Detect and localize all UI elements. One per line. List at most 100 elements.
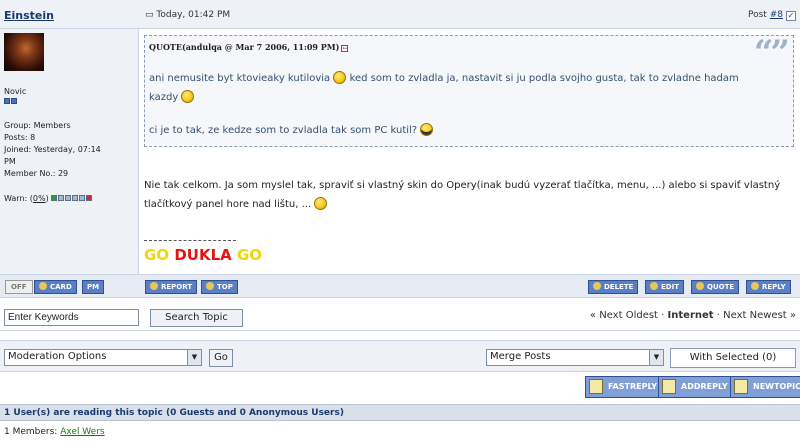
quote-line-1: ani nemusite byt ktovieaky kutilovia ked… xyxy=(149,69,739,88)
members-label: 1 Members: xyxy=(4,427,58,437)
signature-dukla: DUKLA xyxy=(174,246,232,264)
warn-label: Warn: ( xyxy=(4,194,33,203)
active-users-bar: 1 User(s) are reading this topic (0 Gues… xyxy=(0,404,800,421)
card-icon xyxy=(39,282,47,290)
warn-minus-icon[interactable] xyxy=(51,195,58,201)
warn-plus-icon[interactable] xyxy=(86,195,93,201)
quote-title-text: QUOTE(andulqa @ Mar 7 2006, 11:09 PM) xyxy=(149,42,340,52)
edit-icon xyxy=(650,282,658,290)
dropdown-arrow-icon: ▼ xyxy=(649,350,663,365)
reply-label: REPLY xyxy=(762,283,786,291)
addreply-button[interactable]: ADDREPLY xyxy=(658,376,733,398)
quote-line-2: kazdy xyxy=(149,88,195,107)
avatar xyxy=(4,33,44,71)
dropdown-arrow-icon: ▼ xyxy=(187,350,201,365)
arrow-up-icon xyxy=(206,282,214,290)
rank-pip xyxy=(11,98,17,104)
member-rank: Novic xyxy=(4,87,27,96)
member-joined-2: PM xyxy=(4,157,16,166)
addreply-label: ADDREPLY xyxy=(681,382,728,391)
card-button[interactable]: CARD xyxy=(34,280,77,294)
member-posts: Posts: 8 xyxy=(4,133,36,142)
quote-link-icon[interactable]: ← xyxy=(341,45,349,52)
moderation-go-button[interactable]: Go xyxy=(209,349,233,367)
member-group: Group: Members xyxy=(4,121,71,130)
warn-level: Warn: (0%) xyxy=(4,193,93,205)
next-oldest-link[interactable]: « Next Oldest xyxy=(590,310,658,321)
member-link[interactable]: Axel Wers xyxy=(60,427,104,437)
delete-button[interactable]: DELETE xyxy=(588,280,639,294)
newtopic-icon xyxy=(734,379,748,394)
warn-box xyxy=(58,195,65,201)
quote-block: QUOTE(andulqa @ Mar 7 2006, 11:09 PM) ← “… xyxy=(144,33,794,147)
warn-box xyxy=(65,195,72,201)
with-selected-box[interactable]: With Selected (0) xyxy=(670,348,796,368)
quote-title: QUOTE(andulqa @ Mar 7 2006, 11:09 PM) ← xyxy=(149,42,349,52)
quote-marks-icon: “” xyxy=(753,33,790,73)
offline-status: OFF xyxy=(5,280,33,294)
signature-divider xyxy=(144,240,236,241)
smile-icon xyxy=(314,197,328,210)
reply-button[interactable]: REPLY xyxy=(746,280,791,294)
next-newest-link[interactable]: Next Newest » xyxy=(723,310,796,321)
quote-text-3: ci je to tak, ze kedze som to zvladla ta… xyxy=(149,125,418,136)
pm-button[interactable]: PM xyxy=(82,280,105,294)
warn-value[interactable]: 0% xyxy=(33,194,46,203)
addreply-icon xyxy=(662,379,676,394)
moderation-row: Moderation Options ▼ Go Merge Posts ▼ With… xyxy=(0,340,800,372)
warn-box xyxy=(72,195,79,201)
fastreply-label: FASTREPLY xyxy=(608,382,658,391)
search-input[interactable] xyxy=(4,309,139,326)
active-members: 1 Members: Axel Wers xyxy=(4,427,105,437)
reply-icon xyxy=(751,282,759,290)
select-post-checkbox[interactable]: ✓ xyxy=(786,11,796,21)
card-label: CARD xyxy=(50,283,72,291)
quote-button[interactable]: QUOTE xyxy=(691,280,740,294)
warn-box xyxy=(79,195,86,201)
merge-select[interactable]: Merge Posts ▼ xyxy=(486,349,664,366)
rank-pip xyxy=(4,98,10,104)
nav-separator: · xyxy=(716,310,720,321)
newtopic-button[interactable]: NEWTOPIC xyxy=(730,376,800,398)
warn-close: ) xyxy=(45,194,49,203)
post-icon: ▭ xyxy=(145,10,154,20)
nav-separator: · xyxy=(661,310,665,321)
laugh-icon xyxy=(181,90,195,103)
delete-label: DELETE xyxy=(604,283,634,291)
newtopic-label: NEWTOPIC xyxy=(753,382,800,391)
post-body-text: Nie tak celkom. Ja som myslel tak, sprav… xyxy=(144,180,781,210)
post-number-area: Post #8 ✓ xyxy=(748,10,796,21)
fastreply-icon xyxy=(589,379,603,394)
fastreply-button[interactable]: FASTREPLY xyxy=(585,376,663,398)
post-header xyxy=(0,0,800,29)
rank-pips xyxy=(4,98,17,104)
report-button[interactable]: REPORT xyxy=(145,280,198,294)
moderation-select[interactable]: Moderation Options ▼ xyxy=(4,349,202,366)
top-label: TOP xyxy=(217,283,233,291)
post-label: Post xyxy=(748,10,767,20)
topic-nav: « Next Oldest · Internet · Next Newest » xyxy=(590,310,796,321)
post-body: Nie tak celkom. Ja som myslel tak, sprav… xyxy=(144,176,794,214)
delete-icon xyxy=(593,282,601,290)
forum-name-link[interactable]: Internet xyxy=(668,310,714,321)
quote-line-3: ci je to tak, ze kedze som to zvladla ta… xyxy=(149,121,434,140)
quote-text-2: kazdy xyxy=(149,92,179,103)
post-button-bar: OFF CARD PM REPORT TOP DELETE EDIT QUOTE… xyxy=(0,274,800,298)
signature-go: GO xyxy=(144,246,170,264)
moderation-selected: Moderation Options xyxy=(8,351,107,362)
member-number: Member No.: 29 xyxy=(4,169,69,178)
signature: GO DUKLA GO xyxy=(144,246,262,264)
post-number-link[interactable]: #8 xyxy=(770,10,783,20)
edit-button[interactable]: EDIT xyxy=(645,280,684,294)
edit-label: EDIT xyxy=(661,283,679,291)
top-button[interactable]: TOP xyxy=(201,280,238,294)
search-topic-button[interactable]: Search Topic xyxy=(150,309,243,327)
report-icon xyxy=(150,282,158,290)
report-label: REPORT xyxy=(161,283,193,291)
quote-icon xyxy=(696,282,704,290)
quote-text-1b: ked som to zvladla ja, nastavit si ju po… xyxy=(349,73,739,84)
member-joined: Joined: Yesterday, 07:14 xyxy=(4,145,101,154)
cool-icon xyxy=(420,123,434,136)
quote-text-1: ani nemusite byt ktovieaky kutilovia xyxy=(149,73,331,84)
author-name[interactable]: Einstein xyxy=(4,9,54,22)
